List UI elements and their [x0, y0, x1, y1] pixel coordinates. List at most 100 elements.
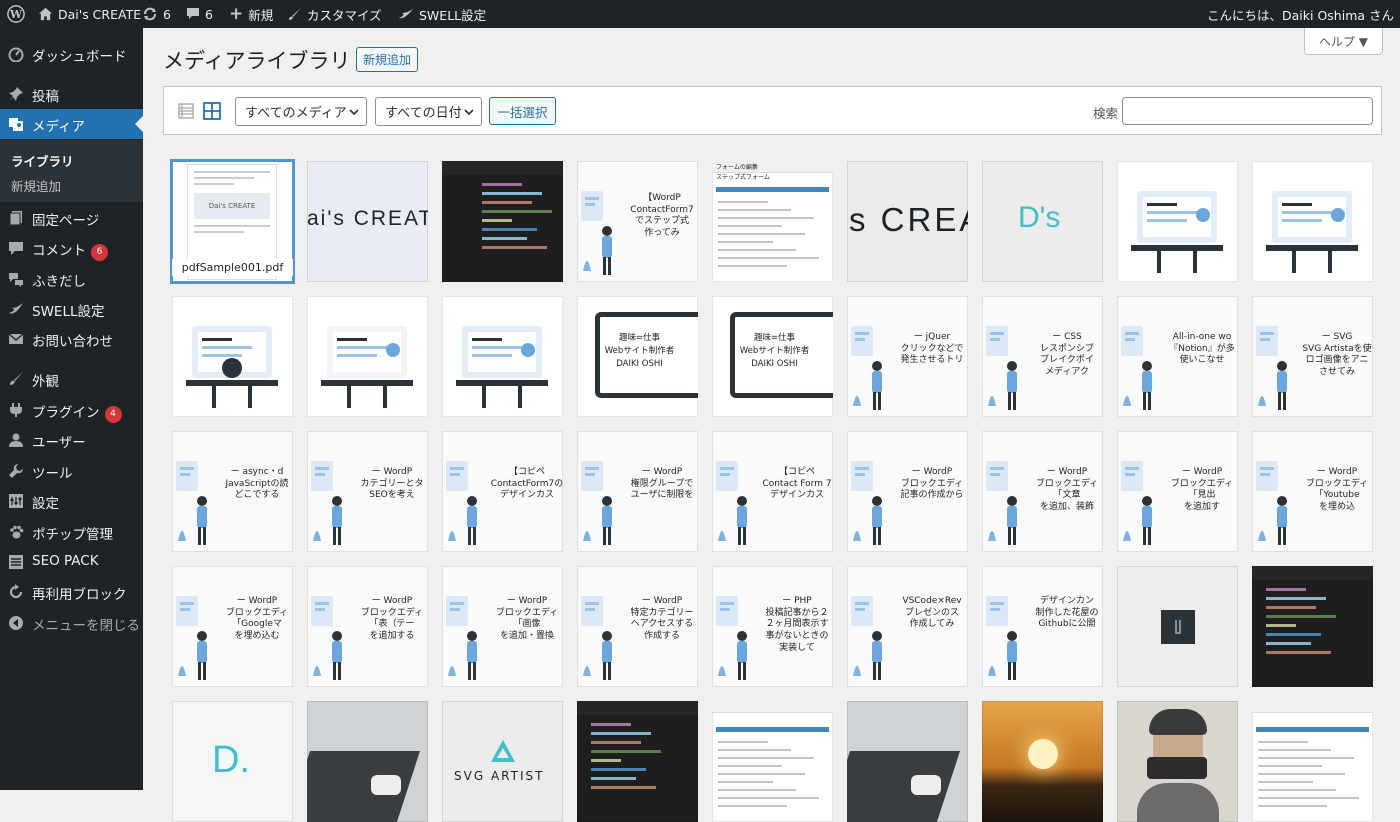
media-item[interactable]: [307, 296, 428, 417]
wordpress-logo-icon[interactable]: W: [7, 0, 25, 28]
media-item[interactable]: フォームの編集 ステップ式フォーム: [712, 161, 833, 282]
help-tab[interactable]: ヘルプ ▼: [1304, 28, 1383, 55]
media-text: ー jQuer クリックなどで 発生させるトリ: [900, 332, 964, 366]
comment-icon: [187, 8, 199, 19]
sidebar-item-paw[interactable]: ポチップ管理: [0, 517, 143, 547]
speech-bubbles-icon: [9, 273, 23, 287]
media-item[interactable]: [712, 701, 833, 822]
new-content-link[interactable]: + 新規: [229, 0, 273, 28]
customize-link[interactable]: カスタマイズ: [287, 0, 382, 28]
sidebar-item-dashboard[interactable]: ダッシュボード: [0, 39, 143, 69]
search-label: 検索: [1093, 106, 1119, 121]
comments-link[interactable]: 6: [186, 0, 213, 28]
media-item[interactable]: 趣味=仕事 Webサイト制作者 DAIKI OSHI: [577, 296, 698, 417]
sidebar-item-pushpin[interactable]: 投稿: [0, 79, 143, 109]
sidebar-item-settings[interactable]: 設定: [0, 486, 143, 516]
grid-view-icon[interactable]: [203, 102, 221, 120]
media-item[interactable]: [982, 701, 1103, 822]
media-item[interactable]: ー WordP 権限グループで ユーザに制限を: [577, 431, 698, 552]
media-item[interactable]: ー PHP 投稿記事から２ ２ヶ月間表示す 事がないときの 実装して: [712, 566, 833, 687]
sidebar-item-plugin[interactable]: プラグイン 4: [0, 395, 143, 425]
media-item[interactable]: ai's CREAT: [307, 161, 428, 282]
updates-count: 6: [163, 6, 171, 22]
sidebar-item-swell[interactable]: SWELL設定: [0, 294, 143, 324]
media-item[interactable]: ー WordP ブロックエディ 「Googleマ を埋め込む: [172, 566, 293, 687]
media-item[interactable]: ー SVG SVG Artistaを使 ロゴ画像をアニ させてみ: [1252, 296, 1373, 417]
submenu-library[interactable]: ライブラリ: [11, 151, 74, 170]
sidebar-item-seo[interactable]: SEO PACK: [0, 547, 143, 577]
media-item[interactable]: ー WordP ブロックエディ 記事の作成から: [847, 431, 968, 552]
pushpin-icon: [9, 87, 23, 101]
media-type-filter[interactable]: すべてのメディア: [235, 97, 367, 126]
media-item[interactable]: 【WordP ContactForm7 でステップ式 作ってみ: [577, 161, 698, 282]
paw-icon: [10, 525, 24, 539]
media-item[interactable]: [1117, 566, 1238, 687]
submenu-add-new[interactable]: 新規追加: [11, 176, 61, 195]
media-item[interactable]: ー WordP ブロックエディ 「画像 を追加・置換: [442, 566, 563, 687]
media-item[interactable]: 趣味=仕事 Webサイト制作者 DAIKI OSHI: [712, 296, 833, 417]
media-item[interactable]: [172, 296, 293, 417]
sidebar-item-label: ツール: [32, 466, 73, 482]
date-filter[interactable]: すべての日付: [375, 97, 482, 126]
media-item[interactable]: ー async・d JavaScriptの読 どこでする: [172, 431, 293, 552]
media-item[interactable]: SVG ARTIST: [442, 701, 563, 822]
media-item[interactable]: ー jQuer クリックなどで 発生させるトリ: [847, 296, 968, 417]
sidebar-item-comment[interactable]: コメント 6: [0, 233, 143, 263]
sidebar-item-collapse[interactable]: メニューを閉じる: [0, 608, 143, 638]
media-item[interactable]: [442, 296, 563, 417]
media-text: 趣味=仕事 Webサイト制作者 DAIKI OSHI: [604, 333, 675, 369]
media-item[interactable]: [1117, 701, 1238, 822]
sidebar-item-speech-bubbles[interactable]: ふきだし: [0, 264, 143, 294]
sidebar-item-reuse[interactable]: 再利用ブロック: [0, 577, 143, 607]
swell-settings-link[interactable]: SWELL設定: [398, 0, 486, 28]
sidebar-item-wrench[interactable]: ツール: [0, 456, 143, 486]
sidebar-item-media[interactable]: メディア: [0, 109, 143, 139]
list-view-icon[interactable]: [178, 103, 194, 119]
sidebar-item-user[interactable]: ユーザー: [0, 425, 143, 455]
bulk-select-button[interactable]: 一括選択: [489, 97, 556, 125]
media-filename: pdfSample001.pdf: [172, 259, 293, 276]
media-item[interactable]: [442, 161, 563, 282]
media-item[interactable]: ー WordP ブロックエディ 「文章 を追加、装飾: [982, 431, 1103, 552]
sidebar-item-label: メニューを閉じる: [32, 618, 140, 634]
media-item[interactable]: ー WordP ブロックエディ 「表（テー を追加する: [307, 566, 428, 687]
my-account-link[interactable]: こんにちは、Daiki Oshima さん: [1207, 0, 1400, 28]
media-item[interactable]: [577, 701, 698, 822]
media-item[interactable]: ー WordP 特定カテゴリー へアクセスする 作成する: [577, 566, 698, 687]
media-item[interactable]: 【コピペ Contact Form 7 デザインカス: [712, 431, 833, 552]
site-name-link[interactable]: Dai's CREATE: [38, 0, 141, 28]
media-item[interactable]: Dai's CREATE pdfSample001.pdf: [170, 159, 295, 284]
media-item[interactable]: 【コピペ ContactForm7の デザインカス: [442, 431, 563, 552]
media-item[interactable]: [847, 701, 968, 822]
media-text: ー async・d JavaScriptの読 どこでする: [225, 467, 289, 501]
media-item[interactable]: ー CSS レスポンシブ ブレイクポイ メディアク: [982, 296, 1103, 417]
seo-icon: [9, 555, 23, 569]
add-new-button[interactable]: 新規追加: [356, 47, 418, 72]
media-item[interactable]: [1117, 161, 1238, 282]
count-badge: 6: [91, 244, 108, 261]
media-text: D's: [1018, 201, 1061, 234]
media-item[interactable]: [307, 701, 428, 822]
media-text: ー WordP ブロックエディ 「Googleマ を埋め込む: [225, 596, 289, 642]
media-text: ー WordP ブロックエディ 「画像 を追加・置換: [495, 596, 559, 642]
media-item[interactable]: デザインカン 制作した花屋の Githubに公開: [982, 566, 1103, 687]
media-item[interactable]: [1252, 701, 1373, 822]
media-item[interactable]: [1252, 566, 1373, 687]
updates-link[interactable]: 6: [142, 0, 171, 28]
sidebar-item-page[interactable]: 固定ページ: [0, 203, 143, 233]
media-text: SVG ARTIST: [454, 769, 545, 783]
search-input[interactable]: [1122, 97, 1373, 125]
media-text: ー WordP ブロックエディ 「文章 を追加、装飾: [1035, 467, 1099, 513]
media-text: 【WordP ContactForm7 でステップ式 作ってみ: [630, 193, 694, 239]
sidebar-item-paintbrush[interactable]: 外観: [0, 364, 143, 394]
sidebar-item-mail[interactable]: お問い合わせ: [0, 324, 143, 354]
media-item[interactable]: ー WordP ブロックエディ 「Youtube を埋め込: [1252, 431, 1373, 552]
media-item[interactable]: D.: [172, 701, 293, 822]
media-item[interactable]: ー WordP ブロックエディ 「見出 を追加す: [1117, 431, 1238, 552]
media-item[interactable]: VSCode×Rev プレゼンのス 作成してみ: [847, 566, 968, 687]
media-item[interactable]: [1252, 161, 1373, 282]
media-item[interactable]: D's: [982, 161, 1103, 282]
media-item[interactable]: All-in-one wo 『Notion』が多 使いこなせ: [1117, 296, 1238, 417]
media-item[interactable]: ー WordP カテゴリーとタ SEOを考え: [307, 431, 428, 552]
media-item[interactable]: s CREA: [847, 161, 968, 282]
